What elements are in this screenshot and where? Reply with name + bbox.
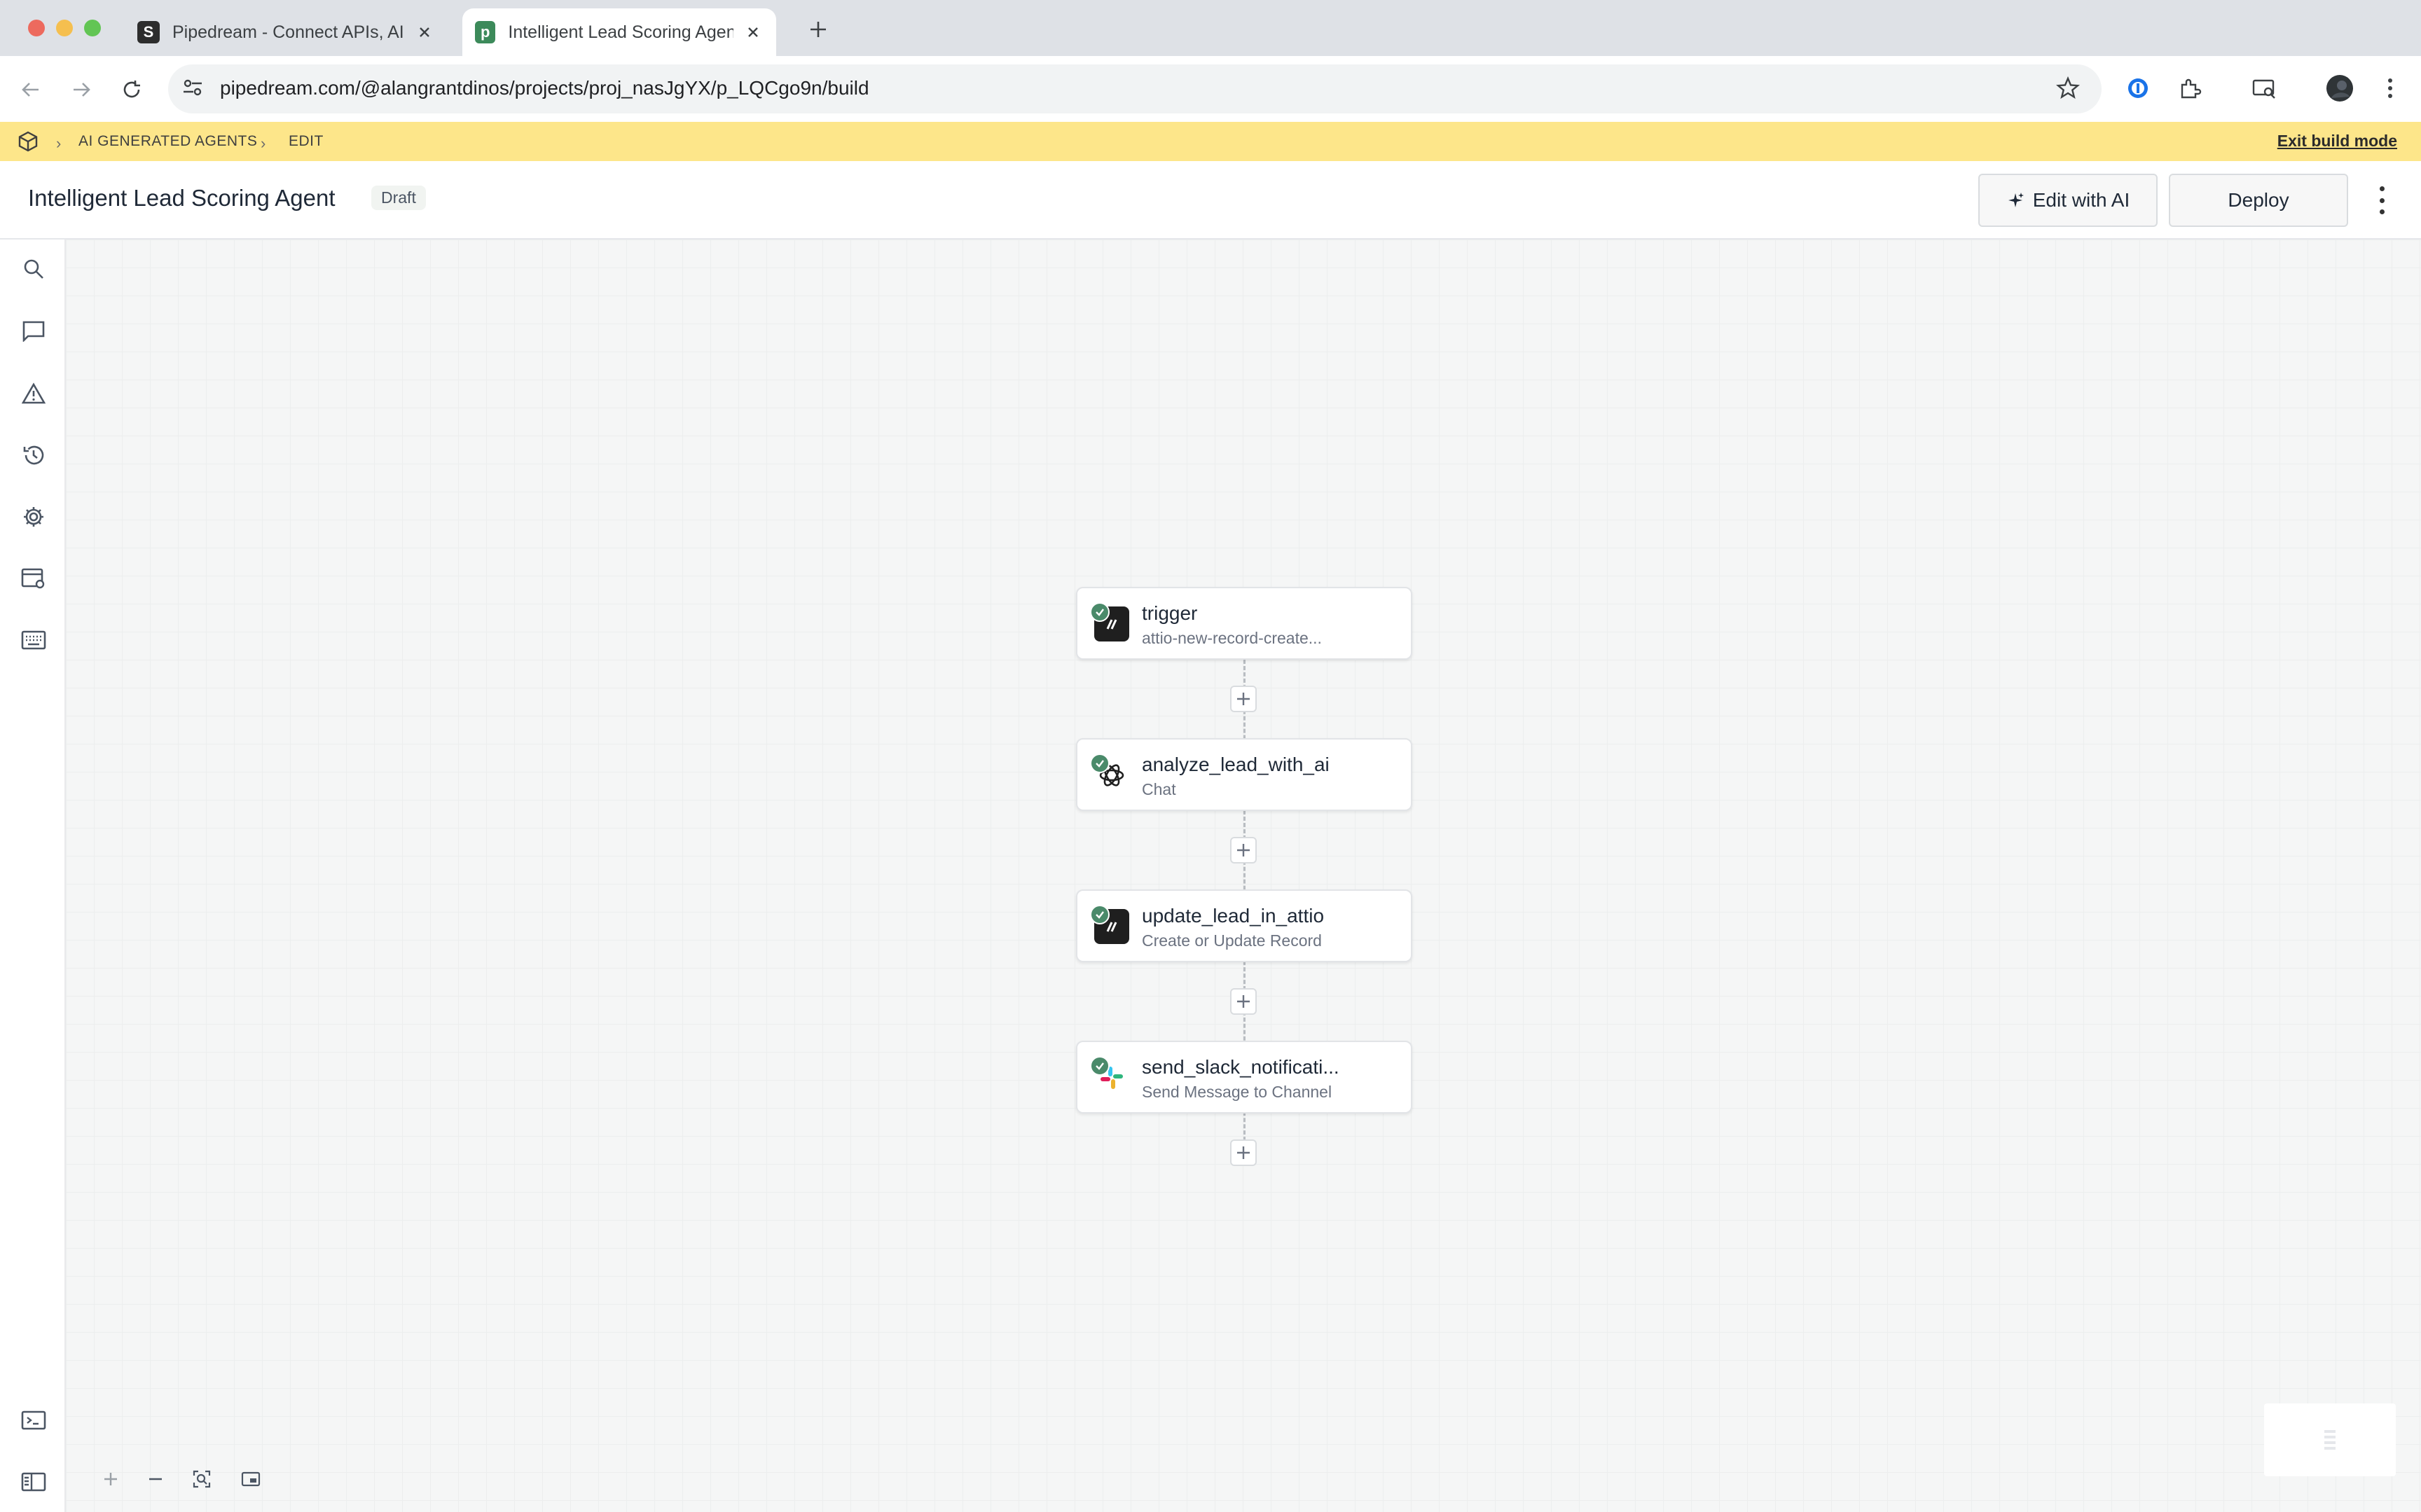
tab-title: Intelligent Lead Scoring Agent xyxy=(508,22,733,42)
deploy-label: Deploy xyxy=(2228,189,2289,211)
close-icon[interactable] xyxy=(743,21,764,43)
forward-icon[interactable] xyxy=(66,74,97,105)
window-close-button[interactable] xyxy=(28,20,45,36)
gear-icon[interactable] xyxy=(18,501,49,532)
zoom-in-icon[interactable] xyxy=(97,1465,125,1493)
zoom-out-icon[interactable] xyxy=(142,1465,170,1493)
keyboard-icon[interactable] xyxy=(18,625,49,656)
site-settings-icon[interactable] xyxy=(181,76,205,99)
workflow-step-send-slack[interactable]: send_slack_notificati... Send Message to… xyxy=(1076,1041,1412,1114)
window-settings-icon[interactable] xyxy=(18,563,49,594)
workflow-step-analyze-lead[interactable]: analyze_lead_with_ai Chat xyxy=(1076,738,1412,811)
sparkle-icon xyxy=(2006,191,2033,209)
window-maximize-button[interactable] xyxy=(84,20,101,36)
workflow-step-update-lead[interactable]: update_lead_in_attio Create or Update Re… xyxy=(1076,889,1412,962)
comment-icon[interactable] xyxy=(18,315,49,346)
edit-with-ai-label: Edit with AI xyxy=(2032,189,2130,211)
terminal-icon[interactable] xyxy=(18,1405,49,1436)
add-step-button[interactable] xyxy=(1230,988,1257,1015)
panel-icon[interactable] xyxy=(18,1466,49,1497)
build-mode-bar xyxy=(0,122,2421,161)
success-check-icon xyxy=(1090,602,1110,622)
breadcrumb-separator-icon: › xyxy=(261,134,266,152)
bookmark-star-icon[interactable] xyxy=(2054,74,2082,102)
add-step-button[interactable] xyxy=(1230,686,1257,712)
edit-with-ai-button[interactable]: Edit with AI xyxy=(1978,174,2158,227)
browser-tab-agent[interactable]: p Intelligent Lead Scoring Agent xyxy=(462,8,776,56)
back-icon[interactable] xyxy=(15,74,46,105)
step-title: analyze_lead_with_ai xyxy=(1142,754,1330,775)
step-title: send_slack_notificati... xyxy=(1142,1056,1339,1078)
add-step-button[interactable] xyxy=(1230,1139,1257,1166)
canvas-minimap[interactable] xyxy=(2264,1403,2396,1476)
history-icon[interactable] xyxy=(18,440,49,471)
tab-favicon: S xyxy=(137,21,160,43)
success-check-icon xyxy=(1090,1056,1110,1076)
breadcrumb-edit[interactable]: EDIT xyxy=(289,133,324,150)
extensions-icon[interactable] xyxy=(2176,74,2204,102)
tab-title: Pipedream - Connect APIs, AI xyxy=(172,22,404,42)
exit-build-mode-link[interactable]: Exit build mode xyxy=(2277,132,2397,151)
tab-favicon: p xyxy=(475,21,496,43)
breadcrumb-separator-icon: › xyxy=(56,134,62,152)
browser-tab-pipedream[interactable]: S Pipedream - Connect APIs, AI xyxy=(137,8,436,56)
add-step-button[interactable] xyxy=(1230,837,1257,863)
cast-search-icon[interactable] xyxy=(2250,74,2278,102)
step-title: update_lead_in_attio xyxy=(1142,905,1325,927)
success-check-icon xyxy=(1090,905,1110,924)
password-manager-icon[interactable] xyxy=(2124,74,2152,102)
fit-view-icon[interactable] xyxy=(188,1465,216,1493)
step-subtitle: attio-new-record-create... xyxy=(1142,629,1322,647)
new-tab-button[interactable] xyxy=(806,17,831,42)
search-icon[interactable] xyxy=(18,254,49,284)
browser-menu-icon[interactable] xyxy=(2376,74,2404,102)
reload-icon[interactable] xyxy=(116,74,147,105)
workflow-step-trigger[interactable]: trigger attio-new-record-create... xyxy=(1076,587,1412,660)
breadcrumb-ai-generated-agents[interactable]: AI GENERATED AGENTS xyxy=(78,133,257,150)
address-url[interactable]: pipedream.com/@alangrantdinos/projects/p… xyxy=(220,77,869,99)
close-icon[interactable] xyxy=(413,21,436,43)
profile-avatar[interactable] xyxy=(2326,74,2354,102)
deploy-button[interactable]: Deploy xyxy=(2169,174,2348,227)
cube-logo-icon[interactable] xyxy=(17,130,39,153)
page-title[interactable]: Intelligent Lead Scoring Agent xyxy=(28,185,336,211)
success-check-icon xyxy=(1090,754,1110,773)
warning-icon[interactable] xyxy=(18,378,49,409)
status-badge: Draft xyxy=(371,186,426,210)
step-subtitle: Create or Update Record xyxy=(1142,931,1322,950)
more-options-icon[interactable] xyxy=(2371,186,2393,214)
step-subtitle: Chat xyxy=(1142,780,1176,798)
minimap-toggle-icon[interactable] xyxy=(237,1465,265,1493)
step-title: trigger xyxy=(1142,602,1198,624)
window-minimize-button[interactable] xyxy=(56,20,73,36)
left-sidebar xyxy=(0,240,66,1512)
step-subtitle: Send Message to Channel xyxy=(1142,1083,1332,1101)
